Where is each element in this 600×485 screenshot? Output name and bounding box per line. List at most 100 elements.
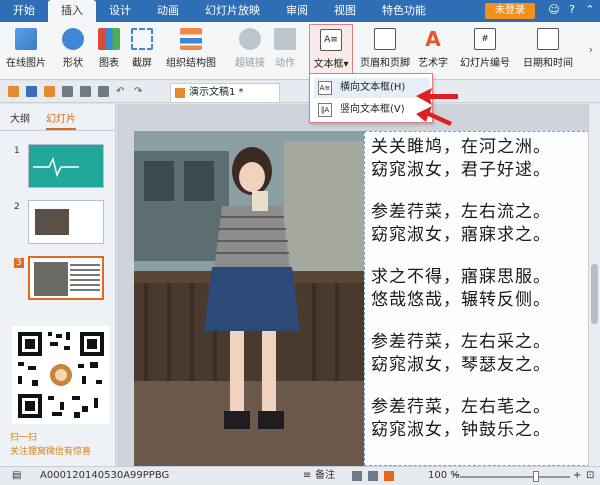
screenshot-button[interactable]: 截屏 xyxy=(126,28,158,76)
login-button[interactable]: 未登录 xyxy=(485,3,535,19)
poem-line: 求之不得，寤寐思服。 xyxy=(371,267,551,287)
chart-icon xyxy=(98,28,120,50)
thumbnail-image xyxy=(34,262,68,296)
poem-line: 窈窕淑女，琴瑟友之。 xyxy=(371,355,551,375)
zoom-slider[interactable] xyxy=(460,476,570,478)
header-footer-button[interactable]: 页眉和页脚 xyxy=(358,28,412,76)
fit-window-icon[interactable]: ⊡ xyxy=(586,467,594,485)
tab-view[interactable]: 视图 xyxy=(321,0,369,22)
wordart-icon: A xyxy=(425,27,441,51)
qr-caption: 关注狸窝微信有惊喜 xyxy=(10,447,92,457)
tab-start[interactable]: 开始 xyxy=(0,0,48,22)
online-picture-icon xyxy=(15,28,37,50)
date-time-button[interactable]: 日期和时间 xyxy=(518,28,578,76)
document-title: 演示文稿1 * xyxy=(189,87,244,98)
tab-features[interactable]: 特色功能 xyxy=(369,0,439,22)
qr-code xyxy=(12,326,110,424)
left-panel: 大纲 幻灯片 1 2 3 扫一扫 关注狸窝微信有惊喜 xyxy=(0,104,116,466)
status-bar: ▤ A000120140530A99PPBG ≡ 备注 100 % − + ⊡ xyxy=(0,466,600,485)
textbox-icon: A≡ xyxy=(320,29,342,51)
slide: 关关雎鸠，在河之洲。 窈窕淑女，君子好逑。 参差荇菜，左右流之。 窈窕淑女，寤寐… xyxy=(134,131,590,466)
status-text: A000120140530A99PPBG xyxy=(40,470,170,481)
format-painter-icon[interactable] xyxy=(98,86,109,97)
vertical-textbox-icon: ‖A xyxy=(318,103,332,117)
action-button[interactable]: 动作 xyxy=(272,28,298,76)
slide-thumbnail[interactable] xyxy=(28,200,104,244)
shapes-icon xyxy=(62,28,84,50)
poem-line: 参差荇菜，左右流之。 xyxy=(371,202,551,222)
thumbnail-image xyxy=(35,209,69,235)
poem-line: 参差荇菜，左右采之。 xyxy=(371,332,551,352)
tab-design[interactable]: 设计 xyxy=(96,0,144,22)
textbox-button[interactable]: A≡ 文本框▾ xyxy=(309,24,353,76)
print-icon[interactable] xyxy=(62,86,73,97)
ribbon-more-icon[interactable]: › xyxy=(583,42,599,58)
zoom-in-icon[interactable]: + xyxy=(573,467,581,485)
slide-number: 3 xyxy=(14,258,24,268)
scrollbar-thumb[interactable] xyxy=(591,264,598,324)
normal-view-icon[interactable] xyxy=(352,471,362,481)
thumbnail-text xyxy=(70,264,100,294)
poem-line: 悠哉悠哉，辗转反侧。 xyxy=(371,290,551,310)
shapes-button[interactable]: 形状 xyxy=(58,28,88,76)
status-icon: ▤ xyxy=(12,470,22,481)
slide-sorter-icon[interactable] xyxy=(368,471,378,481)
header-footer-icon xyxy=(374,28,396,50)
poem-textbox[interactable]: 关关雎鸠，在河之洲。 窈窕淑女，君子好逑。 参差荇菜，左右流之。 窈窕淑女，寤寐… xyxy=(364,131,590,466)
undo-icon[interactable]: ↶ xyxy=(116,86,127,97)
notes-button[interactable]: 备注 xyxy=(315,467,335,485)
menu-bar: 开始 插入 设计 动画 幻灯片放映 审阅 视图 特色功能 未登录 ☺ ? ⌃ xyxy=(0,0,600,22)
tab-slideshow[interactable]: 幻灯片放映 xyxy=(192,0,273,22)
skin-icon[interactable]: ☺ xyxy=(546,2,562,18)
tab-insert[interactable]: 插入 xyxy=(48,0,96,22)
chevron-down-icon: ▾ xyxy=(343,59,349,70)
poem-line: 窈窕淑女，君子好逑。 xyxy=(371,160,551,180)
tab-outline[interactable]: 大纲 xyxy=(10,110,30,130)
slide-number: 1 xyxy=(14,146,20,156)
presentation-icon xyxy=(175,88,185,98)
screenshot-icon xyxy=(131,28,153,50)
slide-thumbnail[interactable] xyxy=(28,144,104,188)
collapse-icon[interactable]: ⌃ xyxy=(582,2,598,18)
poem-line: 参差荇菜，左右芼之。 xyxy=(371,397,551,417)
online-picture-button[interactable]: 在线图片 xyxy=(2,28,50,76)
slide-canvas: 关关雎鸠，在河之洲。 窈窕淑女，君子好逑。 参差荇菜，左右流之。 窈窕淑女，寤寐… xyxy=(117,104,600,466)
output-pdf-icon[interactable] xyxy=(44,86,55,97)
poem-line: 窈窕淑女，寤寐求之。 xyxy=(371,225,551,245)
slide-number-icon: # xyxy=(474,28,496,50)
document-tab[interactable]: 演示文稿1 * xyxy=(170,83,280,102)
slide-photo[interactable] xyxy=(134,131,364,466)
open-icon[interactable] xyxy=(8,86,19,97)
notes-icon[interactable]: ≡ xyxy=(303,467,311,485)
org-chart-icon xyxy=(180,28,202,50)
quick-access-toolbar: ↶ ↷ 演示文稿1 * xyxy=(0,81,600,103)
vertical-scrollbar[interactable] xyxy=(588,104,600,466)
chart-button[interactable]: 图表 xyxy=(96,28,122,76)
tab-animation[interactable]: 动画 xyxy=(144,0,192,22)
slide-thumbnail-active[interactable] xyxy=(28,256,104,300)
wordart-button[interactable]: A 艺术字 xyxy=(416,28,450,76)
slideshow-icon[interactable] xyxy=(384,471,394,481)
tab-review[interactable]: 审阅 xyxy=(273,0,321,22)
hyperlink-button[interactable]: 超链接 xyxy=(232,28,268,76)
poem-line: 窈窕淑女，钟鼓乐之。 xyxy=(371,420,551,440)
horizontal-textbox-icon: A≡ xyxy=(318,81,332,95)
action-icon xyxy=(274,28,296,50)
zoom-slider-thumb[interactable] xyxy=(533,471,539,482)
annotation-arrows xyxy=(416,88,458,126)
poem-line: 关关雎鸠，在河之洲。 xyxy=(371,137,551,157)
help-icon[interactable]: ? xyxy=(564,2,580,18)
ribbon: 在线图片 形状 图表 截屏 组织结构图 超链接 动作 A≡ 文本框▾ 页眉和页脚… xyxy=(0,22,600,80)
preview-icon[interactable] xyxy=(80,86,91,97)
hyperlink-icon xyxy=(239,28,261,50)
photo-scene xyxy=(134,131,364,466)
org-chart-button[interactable]: 组织结构图 xyxy=(164,28,218,76)
pulse-line-graphic xyxy=(33,156,79,178)
redo-icon[interactable]: ↷ xyxy=(134,86,145,97)
tab-slides[interactable]: 幻灯片 xyxy=(46,110,76,130)
save-icon[interactable] xyxy=(26,86,37,97)
qr-caption: 扫一扫 xyxy=(10,433,38,443)
date-time-icon xyxy=(537,28,559,50)
slide-number-button[interactable]: # 幻灯片编号 xyxy=(456,28,514,76)
slide-number: 2 xyxy=(14,202,20,212)
